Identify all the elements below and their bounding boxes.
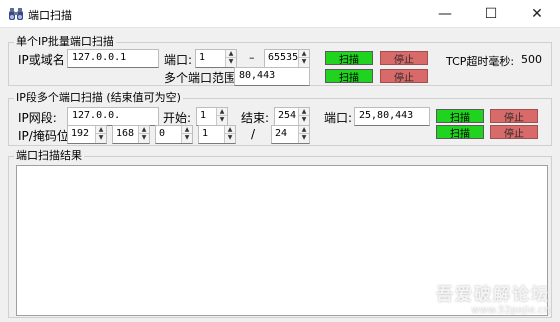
minimize-icon: — — [438, 6, 452, 22]
mask-octet-2-spinner[interactable]: 168 ▲ ▼ — [112, 125, 150, 144]
mask-bits-value: 24 — [275, 128, 288, 139]
watermark: 吾爱破解论坛 www.52pojie.cn — [436, 280, 550, 316]
maximize-button[interactable]: ☐ — [468, 0, 514, 28]
multi-stop-button[interactable]: 停止 — [380, 69, 428, 84]
timeout-label: TCP超时毫秒: — [446, 55, 515, 68]
range-port-input[interactable]: 25,80,443 — [354, 107, 430, 126]
timeout-value: 500 — [521, 53, 542, 66]
host-label: IP或域名 — [18, 53, 65, 67]
mask-octet-value: 1 — [202, 128, 209, 139]
spin-up-icon[interactable]: ▲ — [96, 126, 106, 134]
range-scan-button[interactable]: 扫描 — [436, 109, 484, 124]
ip-range-group-label: IP段多个端口扫描 (结束值可为空) — [14, 89, 183, 105]
mask-octet-value: 168 — [116, 128, 135, 139]
spin-down-icon[interactable]: ▼ — [299, 134, 309, 142]
start-spinner[interactable]: 1 ▲ ▼ — [196, 107, 228, 126]
single-scan-button[interactable]: 扫描 — [325, 51, 373, 66]
spin-up-icon[interactable]: ▲ — [139, 126, 149, 134]
port-from-value: 1 — [199, 52, 206, 63]
single-ip-group-label: 单个IP批量端口扫描 — [14, 33, 116, 49]
range-stop-button[interactable]: 停止 — [490, 109, 538, 124]
multi-port-label: 多个端口范围 — [164, 71, 237, 85]
spin-down-icon[interactable]: ▼ — [299, 116, 309, 124]
spin-up-icon[interactable]: ▲ — [299, 126, 309, 134]
spin-up-icon[interactable]: ▲ — [182, 126, 192, 134]
spin-up-icon[interactable]: ▲ — [225, 126, 235, 134]
results-group-label: 端口扫描结果 — [14, 147, 84, 163]
mask-octet-4-spinner[interactable]: 1 ▲ ▼ — [198, 125, 236, 144]
spin-down-icon[interactable]: ▼ — [96, 134, 106, 142]
maximize-icon: ☐ — [484, 6, 498, 22]
mask-octet-1-spinner[interactable]: 192 ▲ ▼ — [67, 125, 107, 144]
spin-up-icon[interactable]: ▲ — [299, 108, 309, 116]
spin-down-icon[interactable]: ▼ — [217, 116, 227, 124]
binoculars-icon — [9, 8, 23, 20]
start-value: 1 — [200, 110, 207, 121]
spin-up-icon[interactable]: ▲ — [217, 108, 227, 116]
spin-down-icon[interactable]: ▼ — [226, 58, 236, 66]
spin-up-icon[interactable]: ▲ — [299, 50, 309, 58]
end-label: 结束: — [241, 111, 270, 125]
close-icon: ✕ — [531, 6, 543, 22]
start-label: 开始: — [163, 111, 192, 125]
watermark-url: www.52pojie.cn — [471, 305, 550, 316]
title-bar: 端口扫描 — ☐ ✕ — [0, 0, 560, 28]
window-title: 端口扫描 — [28, 9, 72, 22]
watermark-title: 吾爱破解论坛 — [436, 285, 550, 305]
end-spinner[interactable]: 254 ▲ ▼ — [274, 107, 310, 126]
mask-octet-3-spinner[interactable]: 0 ▲ ▼ — [155, 125, 193, 144]
mask-octet-value: 192 — [71, 128, 90, 139]
spin-down-icon[interactable]: ▼ — [182, 134, 192, 142]
multi-port-input[interactable]: 80,443 — [234, 67, 310, 86]
host-input[interactable]: 127.0.0.1 — [67, 49, 159, 68]
segment-input[interactable]: 127.0.0. — [67, 107, 159, 126]
spin-down-icon[interactable]: ▼ — [139, 134, 149, 142]
single-stop-button[interactable]: 停止 — [380, 51, 428, 66]
mask-label: IP/掩码位 — [18, 129, 69, 143]
mask-bits-spinner[interactable]: 24 ▲ ▼ — [271, 125, 310, 144]
spin-up-icon[interactable]: ▲ — [226, 50, 236, 58]
minimize-button[interactable]: — — [422, 0, 468, 28]
mask-scan-button[interactable]: 扫描 — [436, 125, 484, 140]
mask-octet-value: 0 — [159, 128, 166, 139]
segment-label: IP网段: — [18, 111, 57, 125]
port-range-dash: – — [249, 51, 255, 64]
spin-down-icon[interactable]: ▼ — [225, 134, 235, 142]
multi-scan-button[interactable]: 扫描 — [325, 69, 373, 84]
port-from-spinner[interactable]: 1 ▲ ▼ — [195, 49, 237, 68]
range-port-label: 端口: — [324, 111, 353, 125]
close-button[interactable]: ✕ — [514, 0, 560, 28]
port-to-value: 65535 — [268, 52, 299, 63]
port-to-spinner[interactable]: 65535 ▲ ▼ — [264, 49, 310, 68]
spin-down-icon[interactable]: ▼ — [299, 58, 309, 66]
mask-slash: / — [251, 127, 256, 141]
end-value: 254 — [278, 110, 297, 121]
mask-stop-button[interactable]: 停止 — [490, 125, 538, 140]
port-label: 端口: — [164, 53, 193, 67]
